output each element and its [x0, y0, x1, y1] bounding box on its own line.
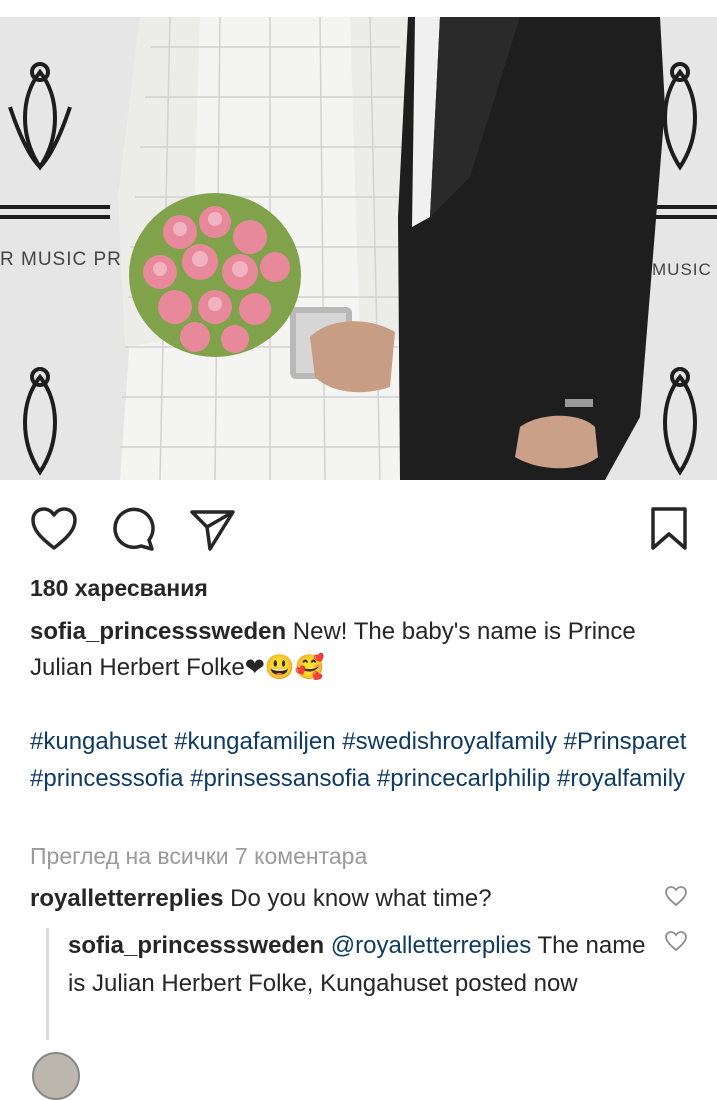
hashtag-link[interactable]: #kungafamiljen [174, 728, 335, 755]
backdrop-text-right: MUSIC [652, 260, 712, 279]
caption-emojis: ❤😃🥰 [244, 654, 325, 681]
comment-like-heart-icon[interactable] [664, 885, 688, 907]
hashtag-link[interactable]: #swedishroyalfamily [342, 728, 557, 755]
paper-plane-icon[interactable] [188, 506, 238, 552]
comment-text: Do you know what time? [223, 885, 492, 912]
reply-item: sofia_princesssweden @royalletterreplies… [68, 927, 653, 1003]
heart-outline-icon[interactable] [29, 506, 79, 552]
hashtag-link[interactable]: #princesssofia [30, 765, 183, 792]
comment-item: royalletterreplies Do you know what time… [30, 881, 650, 917]
action-bar [0, 480, 717, 575]
view-all-comments-link[interactable]: Преглед на всички 7 коментара [30, 843, 367, 870]
comment-bubble-icon[interactable] [108, 506, 158, 552]
reply-username[interactable]: sofia_princesssweden [68, 932, 324, 959]
hashtag-link[interactable]: #kungahuset [30, 728, 167, 755]
reply-thread-line [46, 928, 49, 1040]
avatar[interactable] [32, 1052, 80, 1100]
bookmark-icon[interactable] [649, 506, 689, 552]
reply-like-heart-icon[interactable] [664, 930, 688, 952]
comment-username[interactable]: royalletterreplies [30, 885, 223, 912]
hashtags: #kungahuset #kungafamiljen #swedishroyal… [30, 724, 690, 797]
hashtag-link[interactable]: #prinsessansofia [190, 765, 370, 792]
likes-count[interactable]: 180 харесвания [30, 575, 208, 602]
caption-username[interactable]: sofia_princesssweden [30, 618, 286, 645]
reply-mention[interactable]: @royalletterreplies [331, 932, 531, 959]
hashtag-link[interactable]: #Prinsparet [564, 728, 687, 755]
hashtag-link[interactable]: #royalfamily [557, 765, 685, 792]
post-caption: sofia_princesssweden New! The baby's nam… [30, 614, 670, 686]
post-photo[interactable]: R MUSIC PR MUSIC [0, 17, 717, 480]
hashtag-link[interactable]: #princecarlphilip [377, 765, 550, 792]
backdrop-text-left: R MUSIC PR [0, 249, 122, 270]
